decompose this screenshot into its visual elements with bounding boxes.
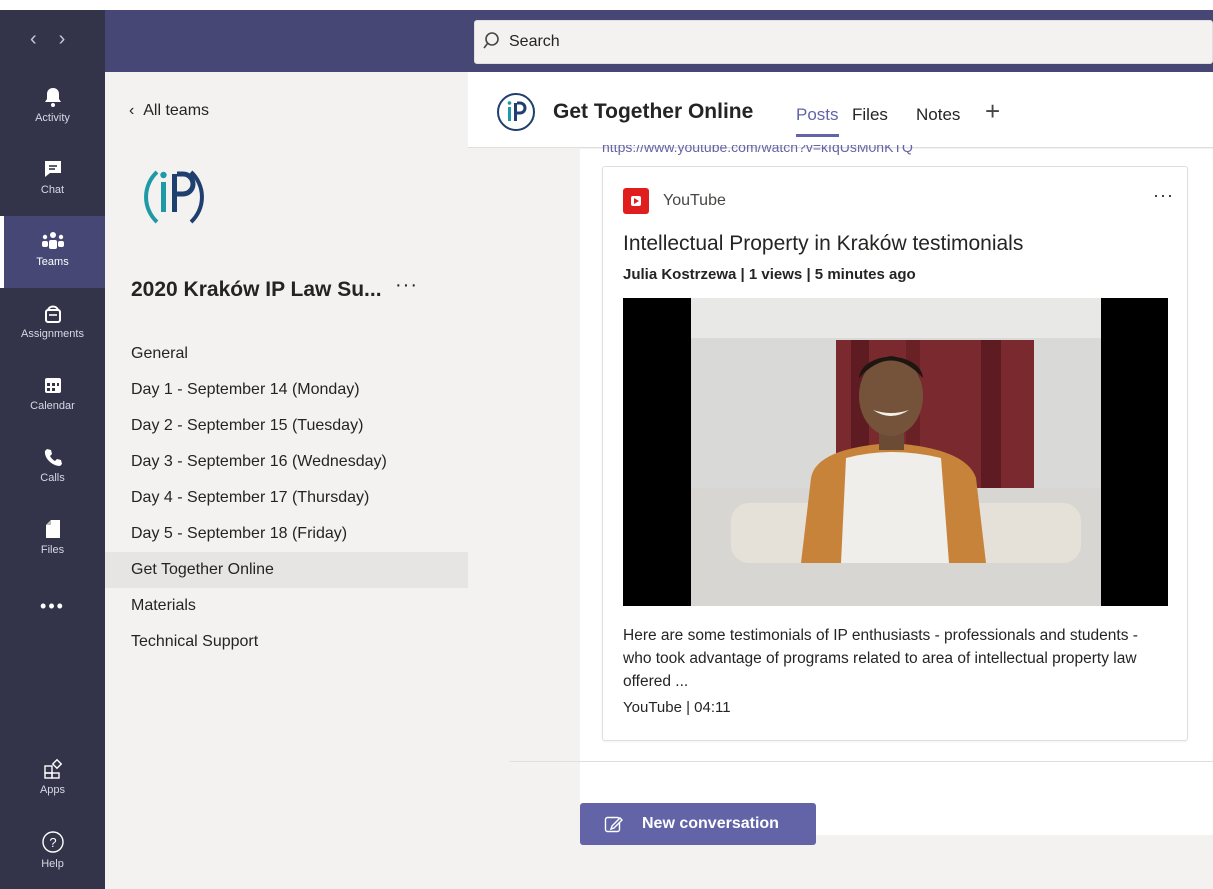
back-arrow-icon[interactable]: ‹ — [30, 28, 59, 50]
rail-label: Help — [41, 858, 64, 870]
team-name: 2020 Kraków IP Law Su... — [131, 278, 382, 301]
rail-item-teams[interactable]: Teams — [0, 216, 105, 288]
history-nav: ‹› — [30, 28, 87, 51]
card-description: Here are some testimonials of IP enthusi… — [623, 627, 1138, 690]
rail-item-apps[interactable]: Apps — [0, 744, 105, 816]
rail-item-files[interactable]: Files — [0, 504, 105, 576]
phone-icon — [44, 449, 62, 466]
teams-icon — [41, 232, 64, 249]
search-input[interactable]: Search — [474, 20, 1213, 64]
rail-label: Apps — [39, 784, 66, 796]
team-logo — [144, 170, 204, 224]
rail-item-calendar[interactable]: Calendar — [0, 360, 105, 432]
calendar-icon — [44, 378, 61, 393]
rail-label: Files — [40, 544, 65, 556]
channel-title: Get Together Online — [553, 100, 754, 123]
new-conversation-label: New conversation — [642, 815, 779, 832]
top-strip — [0, 0, 1213, 10]
rail-label: Teams — [36, 256, 69, 268]
channel-logo — [497, 93, 535, 131]
channel-item[interactable]: General — [105, 336, 468, 372]
svg-text:?: ? — [49, 835, 56, 850]
more-icon: ••• — [40, 596, 65, 616]
search-placeholder: Search — [509, 33, 560, 50]
channel-item[interactable]: Day 4 - September 17 (Thursday) — [105, 480, 468, 516]
chevron-left-icon: ‹ — [129, 102, 144, 119]
tab-notes[interactable]: Notes — [916, 105, 960, 125]
card-footer: YouTube | 04:11 — [623, 699, 731, 716]
add-tab-icon[interactable]: + — [985, 96, 1000, 127]
tab-files[interactable]: Files — [852, 105, 888, 125]
rail-label: Calls — [40, 472, 65, 484]
rail-item-activity[interactable]: Activity — [0, 72, 105, 144]
channel-item[interactable]: Day 2 - September 15 (Tuesday) — [105, 408, 468, 444]
channel-item[interactable]: Materials — [105, 588, 468, 624]
tab-posts[interactable]: Posts — [796, 105, 839, 137]
video-thumbnail[interactable] — [623, 298, 1168, 606]
all-teams-label: All teams — [143, 102, 210, 119]
help-icon: ? — [41, 831, 64, 853]
card-meta: Julia Kostrzewa | 1 views | 5 minutes ag… — [623, 266, 916, 283]
apps-icon — [43, 758, 62, 779]
all-teams-link[interactable]: ‹ All teams — [129, 102, 209, 120]
team-panel: ‹ All teams 2020 Kraków IP Law Su... ···… — [105, 72, 468, 889]
thread-divider — [510, 761, 1213, 762]
video-frame — [691, 298, 1101, 606]
forward-arrow-icon[interactable]: › — [59, 28, 88, 50]
card-title[interactable]: Intellectual Property in Kraków testimon… — [623, 232, 1023, 256]
team-more-icon[interactable]: ··· — [395, 274, 418, 297]
rail-item-assignments[interactable]: Assignments — [0, 288, 105, 360]
channel-header: Get Together Online Posts Files Notes + — [468, 72, 1213, 148]
channel-item[interactable]: Day 5 - September 18 (Friday) — [105, 516, 468, 552]
new-conversation-button[interactable]: New conversation — [580, 803, 816, 845]
rail-label: Chat — [40, 184, 65, 196]
channel-item[interactable]: Day 3 - September 16 (Wednesday) — [105, 444, 468, 480]
rail-item-chat[interactable]: Chat — [0, 144, 105, 216]
rail-item-help[interactable]: ? Help — [0, 816, 105, 888]
channel-item[interactable]: Technical Support — [105, 624, 468, 660]
post-link[interactable]: https://www.youtube.com/watch?v=kIqUsM0n… — [602, 145, 913, 157]
rail-label: Activity — [35, 112, 70, 124]
card-more-icon[interactable]: ··· — [1153, 185, 1174, 206]
app-rail: Activity Chat Teams Assignments Calendar… — [0, 72, 105, 889]
play-icon — [634, 198, 639, 204]
assignments-icon — [44, 305, 61, 323]
rail-label: Calendar — [30, 400, 75, 412]
channel-item-selected[interactable]: Get Together Online — [105, 552, 468, 588]
compose-icon — [604, 816, 623, 833]
rail-item-calls[interactable]: Calls — [0, 432, 105, 504]
card-source: YouTube — [663, 192, 726, 209]
rail-label: Assignments — [21, 328, 84, 340]
search-icon — [483, 32, 499, 49]
bell-icon — [44, 88, 61, 107]
top-bar: ‹› Search — [0, 0, 1213, 72]
channel-item[interactable]: Day 1 - September 14 (Monday) — [105, 372, 468, 408]
channel-main: Get Together Online Posts Files Notes + … — [468, 72, 1213, 889]
link-preview-card[interactable]: YouTube ··· Intellectual Property in Kra… — [602, 166, 1188, 741]
chat-icon — [44, 161, 61, 177]
rail-more-button[interactable]: ••• — [0, 576, 105, 648]
file-icon — [45, 520, 60, 538]
